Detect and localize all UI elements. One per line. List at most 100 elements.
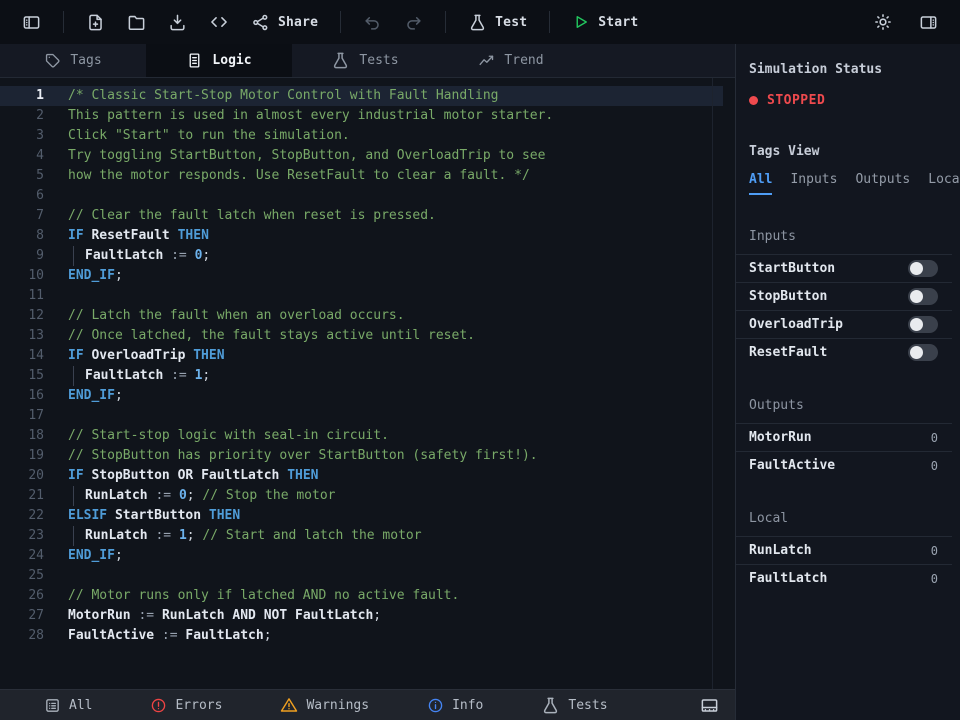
code-line[interactable]: 25 — [0, 566, 735, 586]
toggle-left-panel-button[interactable] — [14, 7, 49, 38]
code-line[interactable]: 15FaultLatch := 1; — [0, 366, 735, 386]
statusbar-item-errors[interactable]: Errors — [150, 697, 222, 714]
tag-name: OverloadTrip — [749, 317, 843, 332]
line-number: 2 — [0, 106, 44, 126]
code-line[interactable]: 22ELSIF StartButton THEN — [0, 506, 735, 526]
token-op: := — [171, 248, 187, 263]
code-line[interactable]: 18// Start-stop logic with seal-in circu… — [0, 426, 735, 446]
statusbar-item-info[interactable]: Info — [427, 697, 483, 714]
code-line[interactable]: 21RunLatch := 0; // Stop the motor — [0, 486, 735, 506]
code-editor[interactable]: 1/* Classic Start-Stop Motor Control wit… — [0, 78, 735, 689]
share-button[interactable]: Share — [243, 7, 326, 38]
tab-tags[interactable]: Tags — [0, 44, 146, 77]
token-id: FaultLatch — [201, 468, 279, 483]
code-content: IF OverloadTrip THEN — [44, 346, 225, 366]
token-id: FaultActive — [68, 628, 154, 643]
code-line[interactable]: 1/* Classic Start-Stop Motor Control wit… — [0, 86, 735, 106]
code-content: // Clear the fault latch when reset is p… — [44, 206, 436, 226]
open-folder-button[interactable] — [119, 7, 154, 38]
code-line[interactable]: 19// StopButton has priority over StartB… — [0, 446, 735, 466]
statusbar-item-all[interactable]: All — [44, 697, 92, 714]
tag-name: StopButton — [749, 289, 827, 304]
line-number: 14 — [0, 346, 44, 366]
tab-label: Tests — [359, 53, 398, 68]
toolbar-divider — [445, 11, 446, 33]
tab-label: Tags — [70, 53, 101, 68]
code-content: END_IF; — [44, 546, 123, 566]
code-line[interactable]: 23RunLatch := 1; // Start and latch the … — [0, 526, 735, 546]
toggle-overloadtrip[interactable] — [908, 316, 938, 333]
panel-right-icon — [919, 13, 938, 32]
code-content: FaultActive := FaultLatch; — [44, 626, 272, 646]
status-text: STOPPED — [767, 93, 825, 108]
code-line[interactable]: 24END_IF; — [0, 546, 735, 566]
tags-filter-outputs[interactable]: Outputs — [855, 172, 910, 195]
code-line[interactable]: 16END_IF; — [0, 386, 735, 406]
code-line[interactable]: 27MotorRun := RunLatch AND NOT FaultLatc… — [0, 606, 735, 626]
tag-value: 0 — [931, 431, 938, 445]
toggle-bottom-panel-button[interactable] — [700, 696, 719, 715]
section-title-local: Local — [736, 511, 960, 526]
toggle-knob — [910, 290, 923, 303]
trend-icon — [478, 52, 495, 69]
token-id: AND — [232, 608, 255, 623]
code-line[interactable]: 11 — [0, 286, 735, 306]
statusbar-item-warnings[interactable]: Warnings — [280, 696, 369, 714]
code-line[interactable]: 10END_IF; — [0, 266, 735, 286]
toggle-resetfault[interactable] — [908, 344, 938, 361]
code-view-button[interactable] — [201, 6, 237, 38]
code-line[interactable]: 3Click "Start" to run the simulation. — [0, 126, 735, 146]
token-pn: ; — [115, 268, 123, 283]
top-toolbar: Share Test Start — [0, 0, 960, 44]
tags-filter-local[interactable]: Local — [928, 172, 960, 195]
code-line[interactable]: 5how the motor responds. Use ResetFault … — [0, 166, 735, 186]
theme-toggle-button[interactable] — [865, 6, 901, 38]
code-line[interactable]: 2This pattern is used in almost every in… — [0, 106, 735, 126]
code-content — [44, 286, 68, 306]
tag-row-overloadtrip: OverloadTrip — [736, 310, 952, 338]
code-content: /* Classic Start-Stop Motor Control with… — [44, 86, 498, 106]
statusbar-label: Info — [452, 698, 483, 713]
tags-filter-all[interactable]: All — [749, 172, 772, 195]
token-tx — [154, 628, 162, 643]
code-line[interactable]: 28FaultActive := FaultLatch; — [0, 626, 735, 646]
code-content — [44, 406, 68, 426]
tab-trend[interactable]: Trend — [438, 44, 584, 77]
code-line[interactable]: 26// Motor runs only if latched AND no a… — [0, 586, 735, 606]
token-tx — [279, 468, 287, 483]
code-content: how the motor responds. Use ResetFault t… — [44, 166, 530, 186]
code-content: MotorRun := RunLatch AND NOT FaultLatch; — [44, 606, 381, 626]
main-area: Tags Logic Tests Trend 1/* Classic Start-St… — [0, 44, 960, 720]
redo-button[interactable] — [396, 7, 431, 38]
code-line[interactable]: 4Try toggling StartButton, StopButton, a… — [0, 146, 735, 166]
undo-button[interactable] — [355, 7, 390, 38]
code-line[interactable]: 8IF ResetFault THEN — [0, 226, 735, 246]
doc-icon — [186, 52, 203, 69]
code-line[interactable]: 14IF OverloadTrip THEN — [0, 346, 735, 366]
code-line[interactable]: 9FaultLatch := 0; — [0, 246, 735, 266]
tag-value: 0 — [931, 459, 938, 473]
download-button[interactable] — [160, 7, 195, 38]
tab-logic[interactable]: Logic — [146, 44, 292, 77]
token-kw: END_IF — [68, 268, 115, 283]
code-line[interactable]: 13// Once latched, the fault stays activ… — [0, 326, 735, 346]
toggle-stopbutton[interactable] — [908, 288, 938, 305]
line-number: 21 — [0, 486, 44, 506]
line-number: 4 — [0, 146, 44, 166]
tags-filter-inputs[interactable]: Inputs — [790, 172, 837, 195]
code-line[interactable]: 6 — [0, 186, 735, 206]
tab-tests[interactable]: Tests — [292, 44, 438, 77]
token-pn: ; — [202, 248, 210, 263]
token-cm: // Latch the fault when an overload occu… — [68, 308, 405, 323]
toggle-right-panel-button[interactable] — [911, 7, 946, 38]
code-line[interactable]: 12// Latch the fault when an overload oc… — [0, 306, 735, 326]
start-button[interactable]: Start — [564, 7, 646, 37]
new-file-button[interactable] — [78, 7, 113, 38]
code-line[interactable]: 17 — [0, 406, 735, 426]
code-line[interactable]: 20IF StopButton OR FaultLatch THEN — [0, 466, 735, 486]
test-button[interactable]: Test — [460, 7, 535, 38]
statusbar-item-tests[interactable]: Tests — [541, 696, 607, 715]
toggle-startbutton[interactable] — [908, 260, 938, 277]
code-line[interactable]: 7// Clear the fault latch when reset is … — [0, 206, 735, 226]
code-content: RunLatch := 0; // Stop the motor — [44, 486, 335, 506]
